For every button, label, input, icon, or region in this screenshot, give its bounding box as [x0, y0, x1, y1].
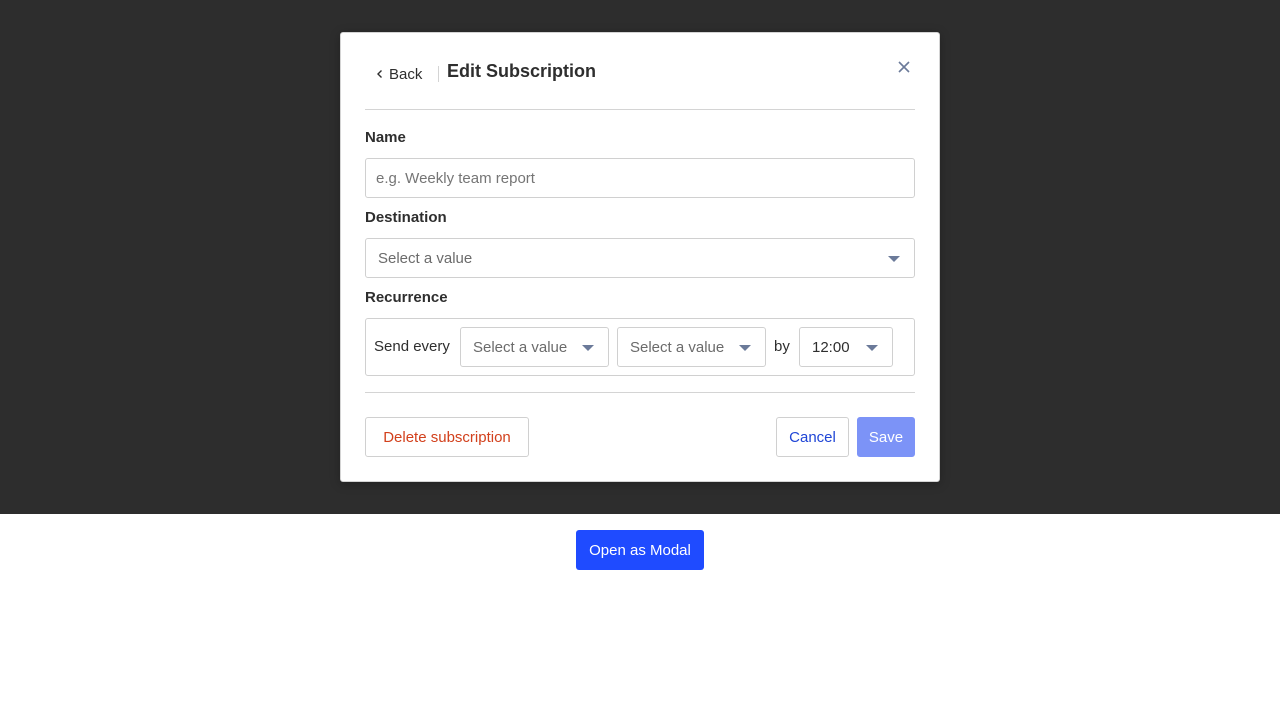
recurrence-time-select[interactable]: 12:00 — [799, 327, 893, 367]
caret-down-icon — [866, 345, 878, 351]
send-every-label: Send every — [374, 338, 450, 355]
footer-separator — [365, 392, 915, 393]
open-as-modal-button[interactable]: Open as Modal — [576, 530, 704, 570]
destination-select[interactable]: Select a value — [365, 238, 915, 278]
header-separator — [365, 109, 915, 110]
modal-title: Edit Subscription — [447, 61, 597, 81]
destination-selected: Select a value — [378, 249, 473, 267]
interval-selected: Select a value — [473, 338, 568, 356]
close-icon — [897, 60, 911, 79]
recurrence-group: Send every Select a value Select a value… — [365, 318, 915, 376]
cancel-button[interactable]: Cancel — [776, 417, 849, 457]
caret-down-icon — [739, 345, 751, 351]
destination-label: Destination — [365, 209, 447, 226]
unit-selected: Select a value — [630, 338, 725, 356]
caret-down-icon — [888, 256, 900, 262]
recurrence-unit-select[interactable]: Select a value — [617, 327, 766, 367]
name-input[interactable] — [365, 158, 915, 198]
close-button[interactable] — [894, 59, 914, 79]
back-label: Back — [389, 65, 423, 83]
back-button[interactable]: Back — [375, 63, 422, 85]
caret-down-icon — [582, 345, 594, 351]
header-divider — [438, 66, 439, 82]
name-label: Name — [365, 129, 406, 146]
by-label: by — [774, 338, 790, 355]
recurrence-interval-select[interactable]: Select a value — [460, 327, 609, 367]
modal-header: Back Edit Subscription — [365, 59, 915, 109]
recurrence-label: Recurrence — [365, 289, 448, 306]
edit-subscription-modal: Back Edit Subscription Name Destination … — [340, 32, 940, 482]
chevron-left-icon — [375, 66, 385, 83]
delete-subscription-button[interactable]: Delete subscription — [365, 417, 529, 457]
time-selected: 12:00 — [812, 338, 850, 356]
save-button[interactable]: Save — [857, 417, 915, 457]
